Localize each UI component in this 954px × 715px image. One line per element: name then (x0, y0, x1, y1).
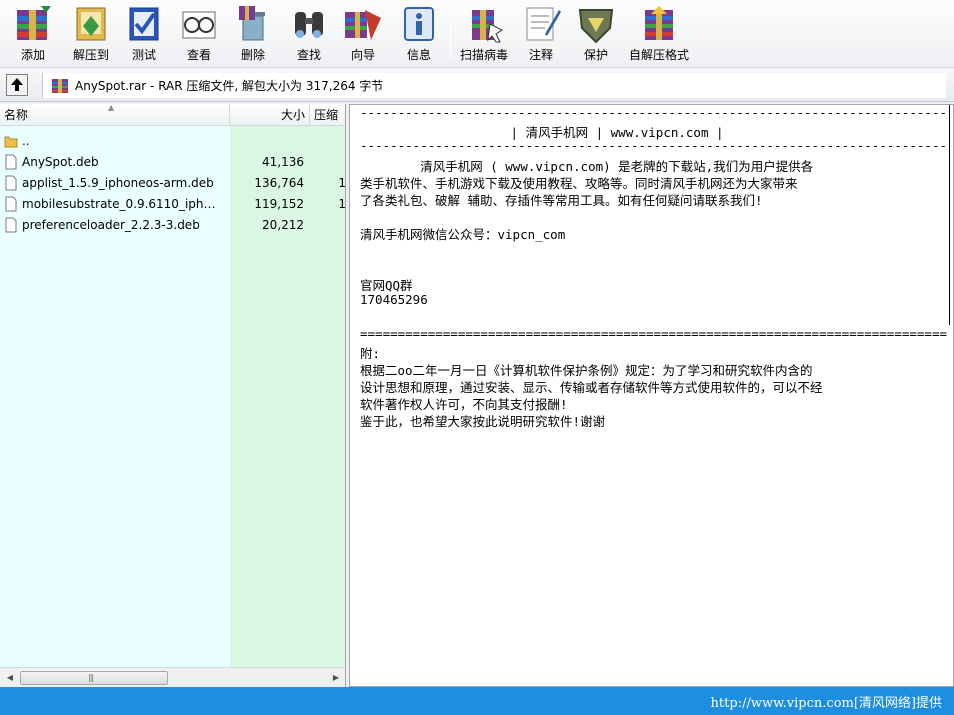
file-name: .. (22, 133, 30, 148)
rar-archive-icon (52, 78, 68, 93)
footer-bar: http://www.vipcn.com[清风网络]提供 (0, 687, 954, 715)
protect-label: 保护 (583, 48, 608, 62)
file-name: AnySpot.deb (22, 154, 99, 169)
comment-line: ========================================… (360, 326, 947, 341)
extract-to-label: 解压到 (72, 48, 109, 62)
virus-scan-icon (472, 10, 503, 43)
archive-comment-pane: ----------------------------------------… (349, 104, 954, 687)
file-name: applist_1.5.9_iphoneos-arm.deb (22, 175, 214, 190)
view-label: 查看 (186, 48, 211, 62)
table-row[interactable]: preferenceloader_2.2.3-3.deb 20,212 (0, 214, 345, 235)
file-size: 136,764 (254, 175, 304, 190)
delete-label: 删除 (240, 48, 265, 62)
view-icon (182, 11, 216, 39)
protect-button[interactable]: 保护 (574, 4, 618, 64)
column-header-size[interactable]: 大小 (230, 104, 310, 126)
sfx-button[interactable]: 自解压格式 (628, 4, 690, 64)
extract-to-button[interactable]: 解压到 (66, 4, 116, 64)
sfx-label: 自解压格式 (628, 48, 689, 62)
file-compressed: 1 (338, 196, 346, 211)
file-name: mobilesubstrate_0.9.6110_iphone... (22, 196, 222, 211)
horizontal-scrollbar[interactable]: ◀ ||| ▶ (0, 667, 345, 687)
file-compressed: 1 (338, 175, 346, 190)
find-label: 查找 (296, 48, 321, 62)
test-icon (129, 7, 159, 41)
find-button[interactable]: 查找 (286, 4, 332, 64)
add-archive-icon (17, 6, 51, 40)
file-icon (5, 217, 17, 232)
table-row[interactable]: AnySpot.deb 41,136 (0, 151, 345, 172)
sfx-icon (645, 6, 673, 40)
find-icon (295, 12, 323, 38)
file-size: 20,212 (262, 217, 304, 232)
sort-ascending-icon: ▲ (108, 104, 115, 112)
comment-line: 清风手机网微信公众号：vipcn_com (360, 227, 566, 242)
address-field[interactable]: AnySpot.rar - RAR 压缩文件, 解包大小为 317,264 字节 (42, 73, 946, 98)
column-header-name[interactable]: 名称 ▲ (0, 104, 230, 126)
add-label: 添加 (20, 48, 45, 62)
toolbar-separator (450, 8, 451, 60)
delete-button[interactable]: 删除 (230, 4, 276, 64)
info-icon (404, 7, 434, 41)
table-row[interactable]: .. (0, 130, 345, 151)
column-compressed-label: 压缩 (314, 108, 339, 122)
comment-line: ----------------------------------------… (360, 138, 947, 153)
comment-line: ----------------------------------------… (360, 105, 947, 120)
file-rows: .. AnySpot.deb 41,136 applist_1.5.9_ipho… (0, 130, 346, 235)
address-text: AnySpot.rar - RAR 压缩文件, 解包大小为 317,264 字节 (75, 79, 384, 93)
file-icon (5, 154, 17, 169)
wizard-label: 向导 (350, 48, 375, 62)
virus-scan-button[interactable]: 扫描病毒 (458, 4, 510, 64)
footer-watermark: http://www.vipcn.com[清风网络]提供 (710, 696, 942, 711)
comment-line: 了各类礼包、破解 辅助、存插件等常用工具。如有任何疑问请联系我们! (360, 193, 763, 208)
delete-icon (239, 6, 265, 41)
folder-icon (4, 136, 18, 147)
test-label: 测试 (131, 48, 156, 62)
comment-line: 170465296 (360, 292, 428, 307)
file-size: 119,152 (254, 196, 304, 211)
file-name: preferenceloader_2.2.3-3.deb (22, 217, 200, 232)
address-bar: AnySpot.rar - RAR 压缩文件, 解包大小为 317,264 字节 (0, 69, 954, 102)
comment-button[interactable]: 注释 (518, 4, 564, 64)
scroll-thumb[interactable]: ||| (20, 671, 168, 685)
file-icon (5, 175, 17, 190)
info-button[interactable]: 信息 (396, 4, 442, 64)
column-header: 名称 ▲ 大小 压缩 (0, 104, 345, 126)
column-name-label: 名称 (4, 108, 29, 122)
wizard-button[interactable]: 向导 (340, 4, 386, 64)
column-size-label: 大小 (280, 108, 305, 122)
scroll-left-icon[interactable]: ◀ (2, 670, 18, 686)
comment-border (946, 105, 950, 325)
file-icon (5, 196, 17, 211)
table-row[interactable]: mobilesubstrate_0.9.6110_iphone... 119,1… (0, 193, 346, 214)
virus-scan-label: 扫描病毒 (459, 48, 508, 62)
scroll-right-icon[interactable]: ▶ (328, 670, 344, 686)
test-button[interactable]: 测试 (122, 4, 166, 64)
wizard-icon (345, 10, 381, 40)
up-folder-button[interactable] (6, 74, 28, 96)
extract-to-icon (76, 7, 106, 41)
column-header-compressed[interactable]: 压缩 (310, 104, 345, 126)
table-row[interactable]: applist_1.5.9_iphoneos-arm.deb 136,764 1 (0, 172, 346, 193)
comment-line: 鉴于此，也希望大家按此说明研究软件!谢谢 (360, 414, 606, 429)
grip-icon: ||| (88, 673, 94, 682)
file-list: 名称 ▲ 大小 压缩 .. AnySpot.deb 41,136 applist… (0, 104, 346, 687)
comment-label: 注释 (528, 48, 553, 62)
file-size: 41,136 (262, 154, 304, 169)
add-button[interactable]: 添加 (10, 4, 56, 64)
view-button[interactable]: 查看 (176, 4, 222, 64)
info-label: 信息 (406, 48, 431, 62)
comment-icon (526, 7, 561, 41)
toolbar: 添加 解压到 测试 查看 删除 查找 向导 信息 扫描病毒 注释 保护 自解压格… (0, 0, 954, 68)
up-arrow-icon (11, 78, 23, 91)
protect-icon (578, 9, 614, 44)
